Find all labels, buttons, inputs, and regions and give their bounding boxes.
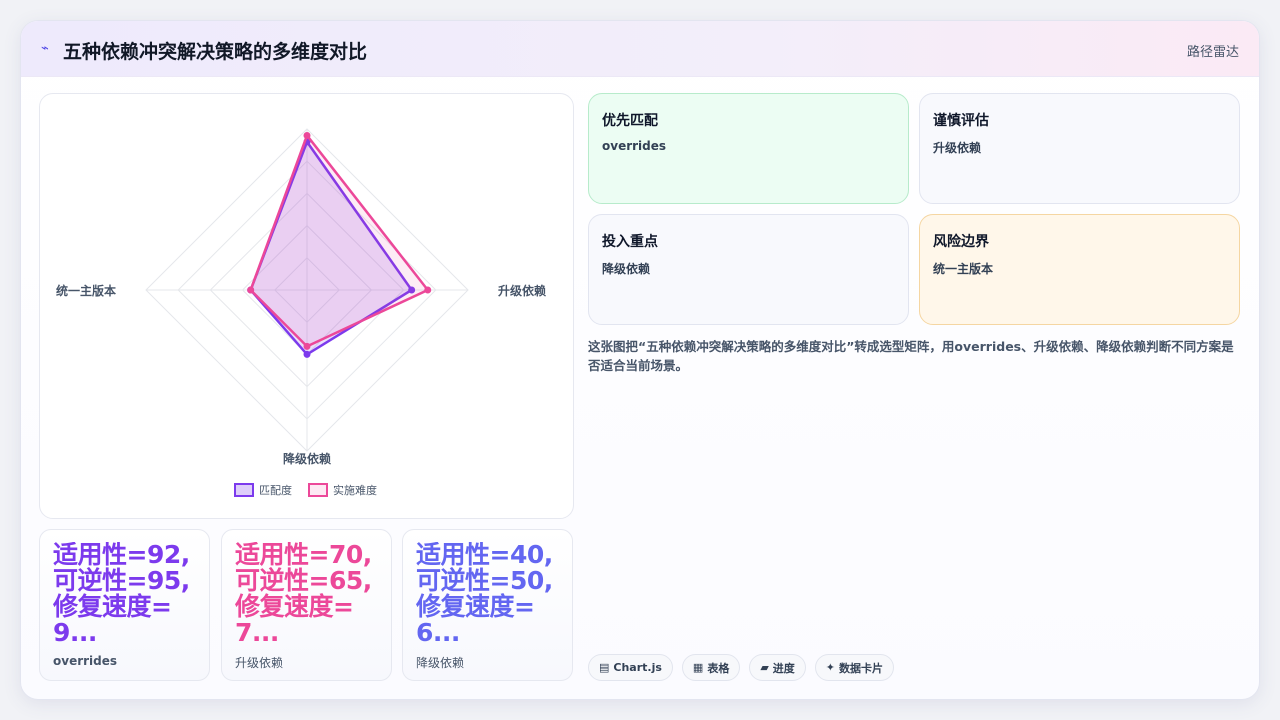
- radar-data-point: [424, 286, 432, 294]
- tile-priority-match: 优先匹配 overrides: [588, 93, 909, 204]
- legend-swatch: [308, 483, 328, 497]
- legend-swatch: [234, 483, 254, 497]
- chip-label: Chart.js: [613, 661, 662, 674]
- stat-label: 降级依赖: [416, 656, 465, 670]
- tile-investment-focus: 投入重点 降级依赖: [588, 214, 909, 325]
- stat-card-upgrade: 适用性=70, 可逆性=65, 修复速度=7... 升级依赖: [221, 529, 392, 681]
- tile-value: 统一主版本: [933, 262, 994, 276]
- tile-value: 降级依赖: [602, 262, 651, 276]
- radar-series-area: [249, 132, 430, 348]
- table-icon: ▦: [692, 661, 704, 674]
- tile-title: 投入重点: [602, 234, 658, 250]
- chip-progress[interactable]: ▰ 进度: [749, 654, 806, 681]
- tile-careful-evaluation: 谨慎评估 升级依赖: [919, 93, 1240, 204]
- chip-chartjs[interactable]: ▤ Chart.js: [588, 654, 673, 681]
- stat-value: 适用性=92, 可逆性=95, 修复速度=9...: [53, 542, 190, 646]
- radar-axis-label: 降级依赖: [283, 451, 331, 466]
- chart-description: 这张图把“五种依赖冲突解决策略的多维度对比”转成选型矩阵，用overrides、…: [588, 339, 1234, 373]
- stat-card-overrides: 适用性=92, 可逆性=95, 修复速度=9... overrides: [39, 529, 210, 681]
- main-card: ⌁ 五种依赖冲突解决策略的多维度对比 路径雷达 overrides升级依赖降级依…: [20, 20, 1260, 700]
- stat-card-downgrade: 适用性=40, 可逆性=50, 修复速度=6... 降级依赖: [402, 529, 573, 681]
- stat-label: overrides: [53, 654, 118, 668]
- chart-icon: ▤: [599, 661, 610, 674]
- tile-title: 优先匹配: [602, 113, 658, 129]
- chip-table[interactable]: ▦ 表格: [681, 654, 741, 681]
- radar-data-point: [303, 342, 311, 350]
- tech-chips: ▤ Chart.js ▦ 表格 ▰ 进度 ✦ 数据卡片: [588, 654, 895, 681]
- radar-data-point: [247, 286, 255, 294]
- radar-axis-label: overrides: [275, 94, 339, 95]
- sparkle-icon: ✦: [825, 661, 836, 674]
- chip-label: 进度: [772, 661, 795, 675]
- radar-chart: overrides 升级依赖降级依赖 统一主版本匹配度 实施难度: [56, 94, 546, 497]
- stat-value: 适用性=40, 可逆性=50, 修复速度=6...: [416, 542, 553, 646]
- radar-data-point: [303, 350, 311, 358]
- radar-axis-label: 升级依赖: [498, 283, 546, 298]
- stat-label: 升级依赖: [235, 656, 284, 670]
- header: ⌁ 五种依赖冲突解决策略的多维度对比 路径雷达: [21, 21, 1259, 77]
- stat-value: 适用性=70, 可逆性=65, 修复速度=7...: [235, 542, 372, 646]
- radar-chart-panel: overrides 升级依赖降级依赖 统一主版本匹配度 实施难度: [39, 93, 574, 519]
- chip-label: 数据卡片: [839, 661, 884, 675]
- legend-label: 匹配度: [259, 483, 292, 497]
- tile-risk-boundary: 风险边界 统一主版本: [919, 214, 1240, 325]
- tile-value: overrides: [602, 139, 667, 153]
- chip-label: 表格: [707, 661, 730, 675]
- tile-title: 风险边界: [933, 234, 989, 250]
- legend-label: 实施难度: [333, 483, 377, 497]
- chip-data-card[interactable]: ✦ 数据卡片: [814, 654, 895, 681]
- radar-data-point: [303, 131, 311, 139]
- tile-title: 谨慎评估: [933, 113, 989, 129]
- chart-type-badge: 路径雷达: [1186, 45, 1239, 60]
- page-title: 五种依赖冲突解决策略的多维度对比: [63, 41, 368, 63]
- radar-axis-label: 统一主版本: [56, 283, 116, 298]
- pulse-icon: ⌁: [41, 41, 49, 56]
- tile-value: 升级依赖: [933, 141, 982, 155]
- progress-icon: ▰: [760, 661, 769, 674]
